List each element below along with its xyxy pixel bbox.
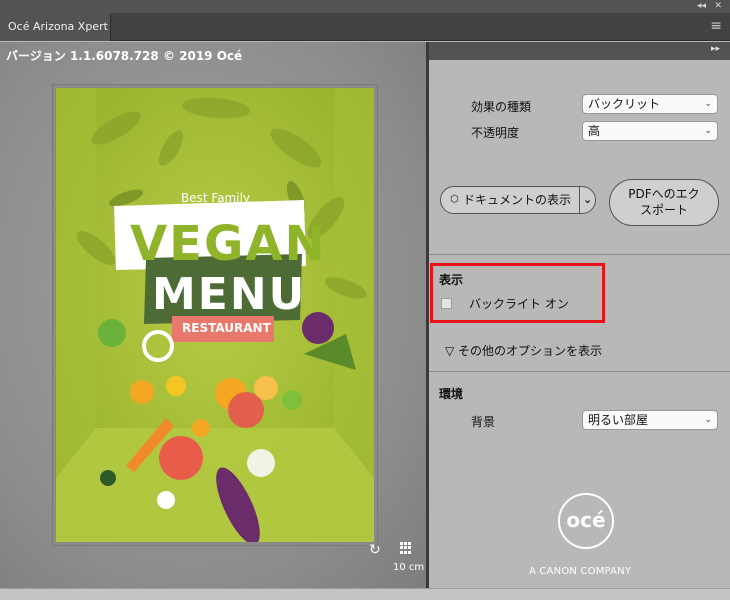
chevron-down-icon: ⌄ xyxy=(704,126,712,136)
opacity-value: 高 xyxy=(588,124,601,138)
oce-logo: océ xyxy=(558,493,614,549)
background-value: 明るい部屋 xyxy=(588,413,649,427)
canon-company-text: A CANON COMPANY xyxy=(529,566,632,577)
rotate-icon[interactable]: ↻ xyxy=(369,542,381,558)
environment-section-title: 環境 xyxy=(439,387,464,401)
poster-line1: Best Family xyxy=(181,191,250,205)
tab-oce-arizona-xpert[interactable]: Océ Arizona Xpert xyxy=(0,13,111,41)
export-pdf-label-line2: スポート xyxy=(639,203,688,217)
bottom-resize-strip[interactable] xyxy=(0,588,730,600)
poster-frame: Best Family Restaurant VEGAN MENU RESTAU… xyxy=(52,84,378,546)
settings-panel: ▸▸ 効果の種類 バックリット ⌄ 不透明度 高 ⌄ ⬡ ドキュメントの表示 ⌄… xyxy=(429,42,730,588)
collapse-panels-icon[interactable]: ◂◂ xyxy=(697,0,706,13)
version-text: バージョン 1.1.6078.728 © 2019 Océ xyxy=(6,49,243,63)
show-document-label: ドキュメントの表示 xyxy=(463,193,572,207)
poster-headline-menu: MENU xyxy=(152,269,307,320)
window-top-strip: ◂◂ ✕ xyxy=(0,0,730,13)
tab-bar: Océ Arizona Xpert ≡ xyxy=(0,13,730,41)
effect-type-select[interactable]: バックリット ⌄ xyxy=(582,94,718,114)
panel-header: ▸▸ xyxy=(429,42,730,60)
section-divider xyxy=(429,254,730,255)
button-separator xyxy=(579,187,580,213)
poster-preview[interactable]: Best Family Restaurant VEGAN MENU RESTAU… xyxy=(56,88,374,542)
section-divider xyxy=(429,371,730,372)
opacity-label: 不透明度 xyxy=(471,126,520,140)
background-label: 背景 xyxy=(471,415,496,429)
preview-area: バージョン 1.1.6078.728 © 2019 Océ Best Famil… xyxy=(0,42,427,588)
export-pdf-label-line1: PDFへのエク xyxy=(628,187,700,201)
hamburger-icon[interactable]: ≡ xyxy=(710,19,722,33)
show-more-options-link[interactable]: ▽ その他のオプションを表示 xyxy=(445,342,602,359)
poster-headline-vegan: VEGAN xyxy=(130,216,327,272)
chevron-down-icon[interactable]: ⌄ xyxy=(583,187,592,213)
grid-icon[interactable] xyxy=(400,542,412,554)
export-pdf-button[interactable]: PDFへのエク スポート xyxy=(609,179,719,226)
expand-panel-icon[interactable]: ▸▸ xyxy=(711,44,720,54)
show-document-button[interactable]: ⬡ ドキュメントの表示 ⌄ xyxy=(440,186,596,214)
close-icon[interactable]: ✕ xyxy=(714,0,722,13)
poster-badge: RESTAURANT xyxy=(182,321,271,335)
opacity-select[interactable]: 高 ⌄ xyxy=(582,121,718,141)
background-select[interactable]: 明るい部屋 ⌄ xyxy=(582,410,718,430)
chevron-down-icon: ⌄ xyxy=(704,415,712,425)
cube-icon: ⬡ xyxy=(450,194,459,205)
scale-label: 10 cm xyxy=(393,562,425,573)
effect-type-label: 効果の種類 xyxy=(471,100,532,114)
chevron-down-icon: ⌄ xyxy=(704,99,712,109)
effect-type-value: バックリット xyxy=(588,97,661,111)
highlight-box xyxy=(430,263,605,323)
